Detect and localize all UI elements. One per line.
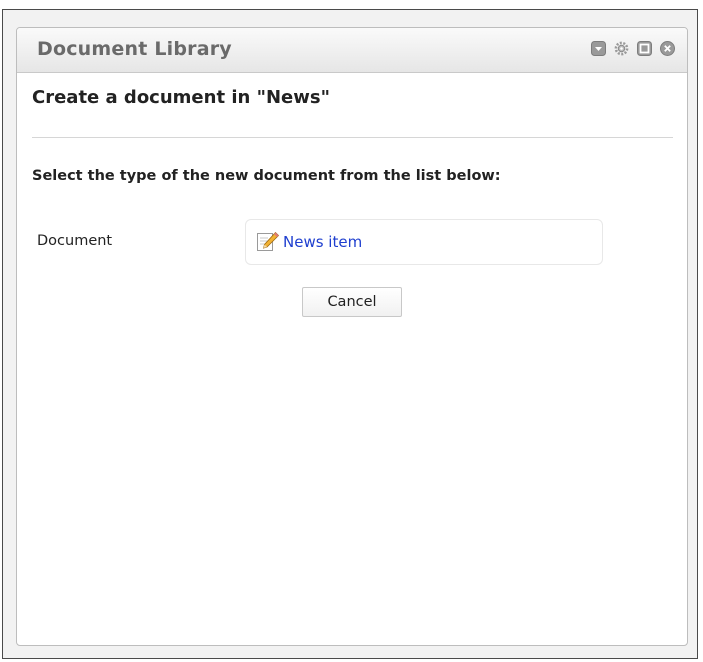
edit-document-icon — [257, 231, 280, 251]
document-type-label: Document — [37, 233, 113, 249]
maximize-icon[interactable] — [637, 41, 652, 56]
instructions-text: Select the type of the new document from… — [32, 168, 501, 184]
portlet-title: Document Library — [37, 38, 232, 60]
portlet-header: Document Library — [17, 28, 687, 73]
document-type-row: Document News item — [33, 219, 673, 267]
cancel-button[interactable]: Cancel — [302, 287, 402, 317]
divider — [32, 137, 673, 138]
minimize-icon[interactable] — [591, 41, 606, 56]
portlet-toolbar — [591, 41, 675, 56]
news-item-link[interactable]: News item — [256, 231, 362, 253]
document-type-list: News item — [245, 219, 603, 265]
portlet-body: Create a document in "News" Select the t… — [17, 73, 687, 184]
page-title: Create a document in "News" — [32, 87, 330, 108]
document-library-portlet: Document Library Create a document in "N… — [16, 27, 688, 646]
close-icon[interactable] — [660, 41, 675, 56]
configure-icon[interactable] — [614, 41, 629, 56]
news-item-link-label[interactable]: News item — [283, 233, 362, 251]
